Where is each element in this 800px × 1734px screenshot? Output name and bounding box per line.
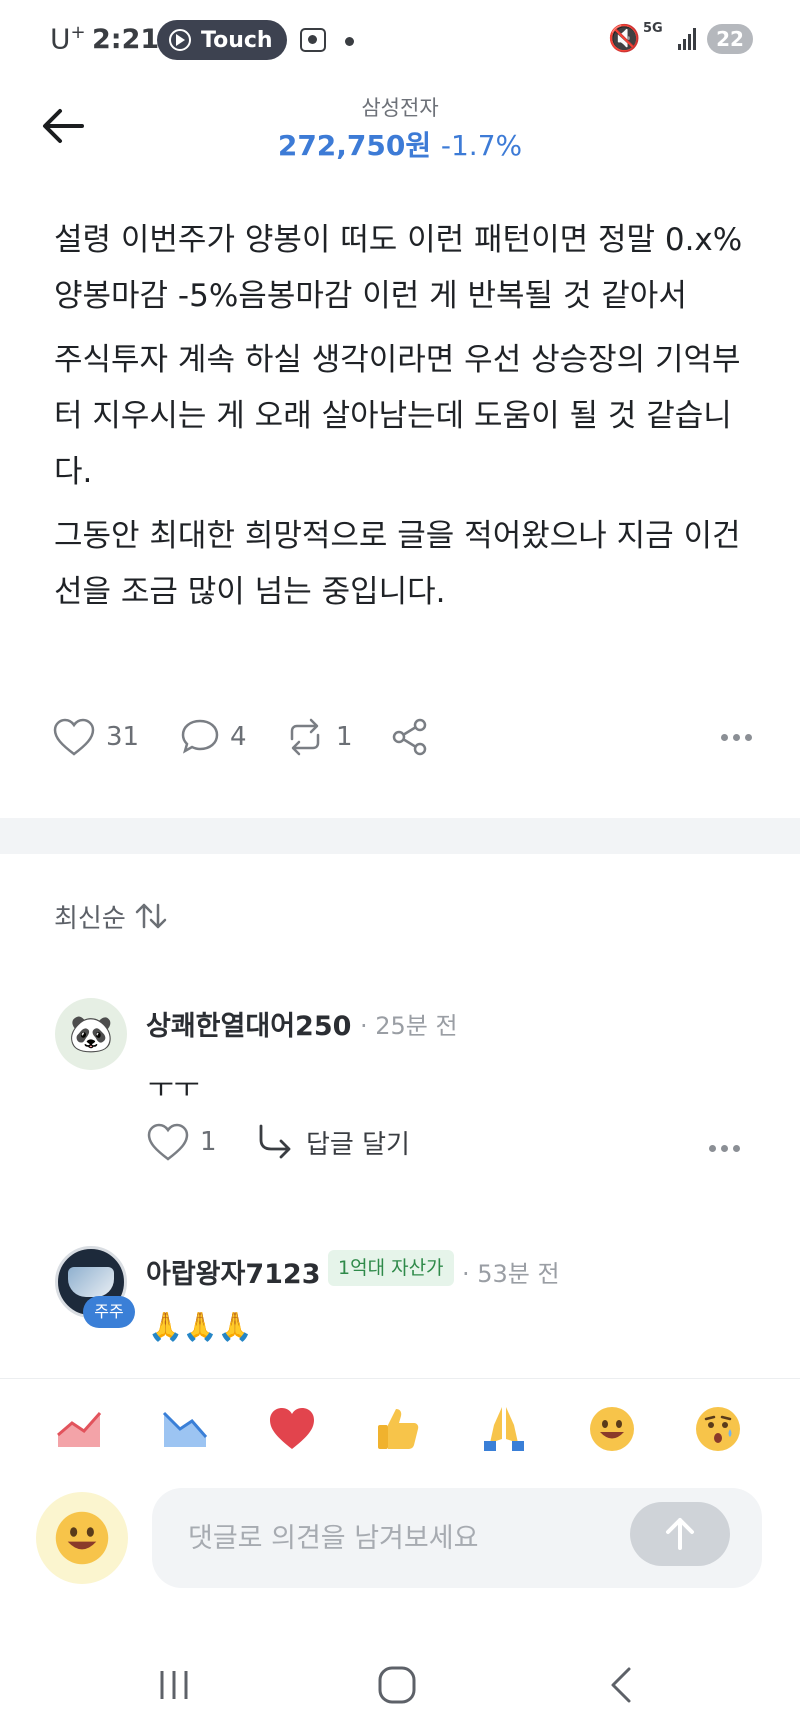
reply-label: 답글 달기 bbox=[306, 1129, 410, 1160]
system-nav-bar bbox=[0, 1630, 800, 1734]
comment-author[interactable]: 상쾌한열대어250 bbox=[146, 1004, 351, 1043]
shareholder-badge: 주주 bbox=[83, 1296, 135, 1328]
sort-label: 최신순 bbox=[54, 904, 126, 934]
touch-indicator[interactable]: Touch bbox=[157, 20, 287, 60]
section-divider bbox=[0, 818, 800, 854]
sort-arrows-icon bbox=[135, 903, 167, 929]
fall-chart-reaction[interactable] bbox=[160, 1403, 212, 1455]
signal-icon bbox=[678, 26, 698, 50]
thumbs-up-icon bbox=[378, 1409, 419, 1449]
smile-reaction[interactable] bbox=[586, 1403, 638, 1455]
heart-reaction[interactable] bbox=[266, 1403, 318, 1455]
comment-count: 4 bbox=[230, 722, 247, 752]
post-paragraph: 주식투자 계속 하실 생각이라면 우선 상승장의 기억부터 지우시는 게 오래 … bbox=[54, 342, 741, 490]
panda-icon: 🐼 bbox=[68, 1014, 114, 1055]
reply-arrow-icon bbox=[259, 1124, 291, 1159]
nav-back-button[interactable] bbox=[592, 1660, 652, 1710]
comment-like-count: 1 bbox=[200, 1127, 217, 1157]
post-body: 설령 이번주가 양봉이 떠도 이런 패턴이면 정말 0.x% 양봉마감 -5%음… bbox=[54, 212, 754, 628]
emoji-picker-button[interactable] bbox=[36, 1492, 128, 1584]
like-count: 31 bbox=[106, 722, 140, 752]
pray-icon bbox=[484, 1407, 524, 1451]
heart-icon bbox=[53, 718, 95, 756]
pray-reaction[interactable] bbox=[478, 1403, 530, 1455]
surprised-icon bbox=[696, 1407, 740, 1451]
chevron-left-icon bbox=[611, 1667, 631, 1703]
comment-text: ㅜㅜ bbox=[148, 1071, 200, 1104]
comment-composer bbox=[0, 1480, 800, 1610]
comment-button[interactable]: 4 bbox=[180, 712, 247, 762]
clock: 2:21 bbox=[92, 24, 160, 55]
reply-button[interactable]: 답글 달기 bbox=[256, 1122, 410, 1162]
rise-chart-reaction[interactable] bbox=[54, 1403, 106, 1455]
surprised-reaction[interactable] bbox=[692, 1403, 744, 1455]
comment-text: 🙏🙏🙏 bbox=[148, 1310, 253, 1343]
price-change: -1.7% bbox=[440, 129, 523, 162]
post-more-menu[interactable] bbox=[721, 712, 752, 762]
comment-time: · 53분 전 bbox=[462, 1260, 560, 1288]
sort-toggle[interactable]: 최신순 bbox=[54, 898, 168, 935]
battery-indicator: 22 bbox=[707, 24, 753, 54]
avatar[interactable]: 🐼 bbox=[55, 998, 127, 1070]
stock-price[interactable]: 272,750원 -1.7% bbox=[0, 124, 800, 164]
network-5g-icon: 5G bbox=[643, 21, 663, 36]
fall-chart-icon bbox=[162, 1411, 208, 1447]
price-value: 272,750원 bbox=[277, 129, 432, 162]
status-bar: U+ 2:21 Touch 🔇 5G 22 bbox=[0, 0, 800, 84]
comment-like-button[interactable]: 1 bbox=[146, 1122, 217, 1162]
stock-name[interactable]: 삼성전자 bbox=[0, 92, 800, 122]
rise-chart-icon bbox=[57, 1412, 102, 1447]
home-icon bbox=[378, 1666, 416, 1704]
arrow-up-icon bbox=[666, 1518, 694, 1550]
comment-time: · 25분 전 bbox=[360, 1012, 458, 1040]
thumbs-up-reaction[interactable] bbox=[372, 1403, 424, 1455]
repost-count: 1 bbox=[336, 722, 353, 752]
comment-bubble-icon bbox=[181, 719, 219, 754]
share-icon bbox=[392, 718, 427, 756]
repost-icon bbox=[290, 718, 320, 756]
notification-dot-icon bbox=[345, 37, 354, 46]
share-button[interactable] bbox=[390, 712, 440, 762]
recent-apps-icon bbox=[160, 1671, 188, 1699]
heart-icon bbox=[147, 1123, 189, 1161]
like-button[interactable]: 31 bbox=[52, 712, 139, 762]
comment-author[interactable]: 아랍왕자7123 bbox=[146, 1252, 321, 1291]
post-paragraph: 그동안 최대한 희망적으로 글을 적어왔으나 지금 이건 선을 조금 많이 넘는… bbox=[54, 518, 741, 610]
recent-apps-button[interactable] bbox=[144, 1660, 204, 1710]
record-icon bbox=[169, 29, 191, 51]
carrier-label: U+ bbox=[50, 22, 86, 56]
screen-capture-icon bbox=[300, 28, 326, 52]
post-paragraph: 설령 이번주가 양봉이 떠도 이런 패턴이면 정말 0.x% 양봉마감 -5%음… bbox=[54, 222, 743, 314]
mute-icon: 🔇 bbox=[608, 24, 641, 54]
send-button[interactable] bbox=[630, 1502, 730, 1566]
heart-icon bbox=[270, 1408, 314, 1449]
repost-button[interactable]: 1 bbox=[284, 712, 353, 762]
home-button[interactable] bbox=[367, 1660, 427, 1710]
post-actions: 31 4 1 bbox=[52, 712, 752, 762]
asset-tag-badge: 1억대 자산가 bbox=[328, 1250, 454, 1286]
reaction-bar bbox=[0, 1378, 800, 1488]
smile-icon bbox=[590, 1407, 634, 1451]
comment-more-menu[interactable] bbox=[709, 1145, 740, 1152]
smile-icon bbox=[55, 1511, 109, 1565]
